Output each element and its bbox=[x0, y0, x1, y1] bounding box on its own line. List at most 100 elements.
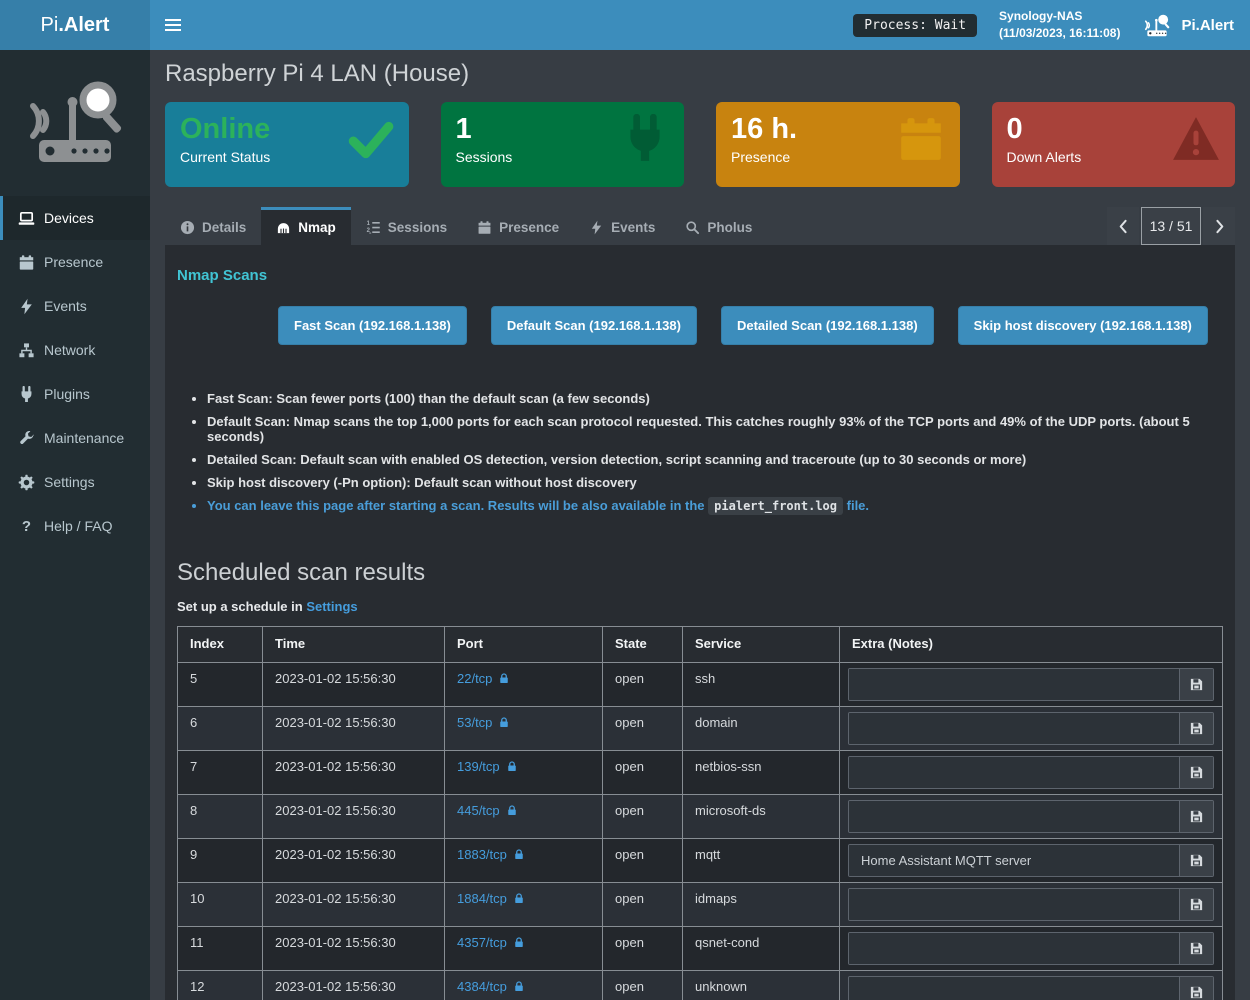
save-note-button[interactable] bbox=[1179, 713, 1213, 744]
tab-events[interactable]: Events bbox=[574, 207, 670, 245]
cell-state: open bbox=[603, 971, 683, 1000]
skip-host-discovery-button[interactable]: Skip host discovery (192.168.1.138) bbox=[958, 306, 1208, 345]
save-note-button[interactable] bbox=[1179, 845, 1213, 876]
cell-index: 6 bbox=[178, 707, 263, 751]
port-link[interactable]: 1883/tcp bbox=[457, 847, 507, 862]
calendar-icon bbox=[477, 220, 492, 235]
table-row: 7 2023-01-02 15:56:30 139/tcp open netbi… bbox=[178, 751, 1223, 795]
tab-sessions[interactable]: Sessions bbox=[351, 207, 462, 245]
cell-index: 12 bbox=[178, 971, 263, 1000]
note-input[interactable] bbox=[849, 845, 1179, 876]
note-input[interactable] bbox=[849, 889, 1179, 920]
host-name: Synology-NAS bbox=[999, 8, 1120, 25]
app-logo[interactable]: Pi.Alert bbox=[0, 0, 150, 50]
table-header-row: Index Time Port State Service Extra (Not… bbox=[178, 627, 1223, 663]
sitemap-icon bbox=[18, 342, 35, 359]
cell-state: open bbox=[603, 795, 683, 839]
sidebar-item-help[interactable]: ? Help / FAQ bbox=[0, 504, 150, 548]
note-input[interactable] bbox=[849, 977, 1179, 1000]
next-device-button[interactable] bbox=[1203, 207, 1235, 245]
port-link[interactable]: 4384/tcp bbox=[457, 979, 507, 994]
port-link[interactable]: 445/tcp bbox=[457, 803, 500, 818]
cell-index: 10 bbox=[178, 883, 263, 927]
cell-service: domain bbox=[683, 707, 840, 751]
lock-icon bbox=[513, 936, 525, 949]
note-input[interactable] bbox=[849, 669, 1179, 700]
col-extra-notes: Extra (Notes) bbox=[840, 627, 1223, 663]
default-scan-button[interactable]: Default Scan (192.168.1.138) bbox=[491, 306, 697, 345]
plug-icon bbox=[620, 114, 670, 164]
tab-details[interactable]: Details bbox=[165, 207, 261, 245]
calendar-icon bbox=[18, 254, 35, 271]
col-port: Port bbox=[445, 627, 603, 663]
sidebar-item-settings[interactable]: Settings bbox=[0, 460, 150, 504]
tab-label: Presence bbox=[499, 220, 559, 235]
settings-link[interactable]: Settings bbox=[306, 599, 357, 614]
calendar-icon bbox=[896, 114, 946, 164]
tab-presence[interactable]: Presence bbox=[462, 207, 574, 245]
table-row: 5 2023-01-02 15:56:30 22/tcp open ssh bbox=[178, 663, 1223, 707]
tab-label: Details bbox=[202, 220, 246, 235]
sidebar-item-events[interactable]: Events bbox=[0, 284, 150, 328]
save-note-button[interactable] bbox=[1179, 977, 1213, 1000]
scan-buttons: Fast Scan (192.168.1.138) Default Scan (… bbox=[278, 306, 1223, 345]
save-note-button[interactable] bbox=[1179, 933, 1213, 964]
tab-pholus[interactable]: Pholus bbox=[670, 207, 767, 245]
port-link[interactable]: 22/tcp bbox=[457, 671, 492, 686]
cell-index: 11 bbox=[178, 927, 263, 971]
save-note-button[interactable] bbox=[1179, 889, 1213, 920]
save-icon bbox=[1189, 941, 1204, 956]
detailed-scan-button[interactable]: Detailed Scan (192.168.1.138) bbox=[721, 306, 934, 345]
log-note-suffix: file. bbox=[847, 498, 869, 513]
sidebar-item-plugins[interactable]: Plugins bbox=[0, 372, 150, 416]
save-note-button[interactable] bbox=[1179, 801, 1213, 832]
cell-time: 2023-01-02 15:56:30 bbox=[263, 971, 445, 1000]
host-info: Synology-NAS (11/03/2023, 16:11:08) bbox=[999, 8, 1120, 43]
note-input[interactable] bbox=[849, 713, 1179, 744]
cell-port: 1883/tcp bbox=[445, 839, 603, 883]
lock-icon bbox=[498, 716, 510, 729]
cell-time: 2023-01-02 15:56:30 bbox=[263, 795, 445, 839]
port-link[interactable]: 139/tcp bbox=[457, 759, 500, 774]
save-note-button[interactable] bbox=[1179, 669, 1213, 700]
cell-port: 53/tcp bbox=[445, 707, 603, 751]
sidebar-item-network[interactable]: Network bbox=[0, 328, 150, 372]
cell-service: microsoft-ds bbox=[683, 795, 840, 839]
bullet-skip-host: Skip host discovery (-Pn option): Defaul… bbox=[207, 475, 1223, 490]
save-icon bbox=[1189, 765, 1204, 780]
tab-label: Events bbox=[611, 220, 655, 235]
port-link[interactable]: 4357/tcp bbox=[457, 935, 507, 950]
bullet-detailed-scan: Detailed Scan: Default scan with enabled… bbox=[207, 452, 1223, 467]
cell-state: open bbox=[603, 707, 683, 751]
cell-time: 2023-01-02 15:56:30 bbox=[263, 663, 445, 707]
col-time: Time bbox=[263, 627, 445, 663]
warning-triangle-icon bbox=[1171, 114, 1221, 164]
laptop-icon bbox=[18, 210, 35, 227]
brand-label: Pi.Alert bbox=[1181, 17, 1234, 34]
note-input[interactable] bbox=[849, 933, 1179, 964]
nmap-panel: Nmap Scans Fast Scan (192.168.1.138) Def… bbox=[165, 245, 1235, 1000]
prev-device-button[interactable] bbox=[1107, 207, 1139, 245]
sidebar-item-presence[interactable]: Presence bbox=[0, 240, 150, 284]
sidebar-item-devices[interactable]: Devices bbox=[0, 196, 150, 240]
port-link[interactable]: 53/tcp bbox=[457, 715, 492, 730]
fast-scan-button[interactable]: Fast Scan (192.168.1.138) bbox=[278, 306, 467, 345]
tab-nmap[interactable]: Nmap bbox=[261, 207, 351, 245]
cell-state: open bbox=[603, 883, 683, 927]
cell-time: 2023-01-02 15:56:30 bbox=[263, 839, 445, 883]
lock-icon bbox=[506, 760, 518, 773]
sidebar-item-label: Events bbox=[44, 298, 87, 314]
sidebar-item-maintenance[interactable]: Maintenance bbox=[0, 416, 150, 460]
table-row: 12 2023-01-02 15:56:30 4384/tcp open unk… bbox=[178, 971, 1223, 1000]
schedule-hint-text: Set up a schedule in bbox=[177, 599, 303, 614]
col-service: Service bbox=[683, 627, 840, 663]
cell-state: open bbox=[603, 751, 683, 795]
navbar-brand[interactable]: Pi.Alert bbox=[1142, 11, 1234, 39]
note-input[interactable] bbox=[849, 757, 1179, 788]
port-link[interactable]: 1884/tcp bbox=[457, 891, 507, 906]
sidebar-toggle-button[interactable] bbox=[150, 0, 196, 50]
cell-state: open bbox=[603, 839, 683, 883]
nmap-section-title: Nmap Scans bbox=[177, 267, 1223, 284]
note-input[interactable] bbox=[849, 801, 1179, 832]
save-note-button[interactable] bbox=[1179, 757, 1213, 788]
